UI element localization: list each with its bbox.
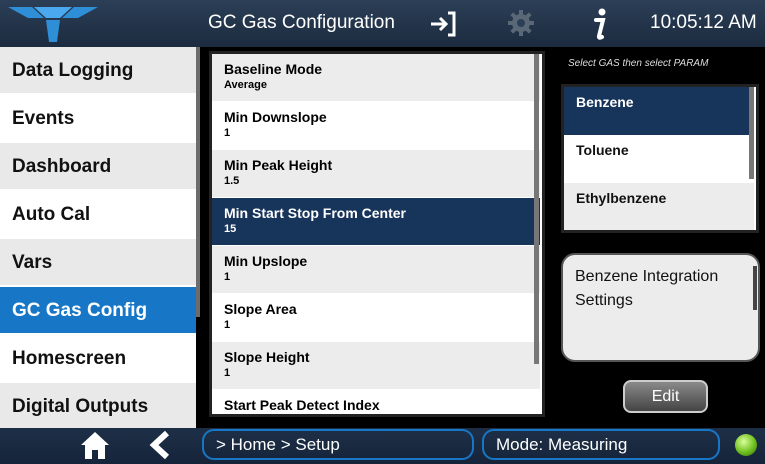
parameter-list: Baseline Mode Average Min Downslope 1 Mi… (209, 51, 545, 417)
sidebar-item-dashboard[interactable]: Dashboard (0, 143, 196, 189)
param-name: Slope Area (224, 301, 297, 317)
info-icon[interactable] (588, 6, 612, 42)
back-icon[interactable] (147, 430, 173, 460)
param-item-min-start-stop-from-center[interactable]: Min Start Stop From Center 15 (212, 198, 540, 245)
home-icon[interactable] (80, 430, 110, 460)
gear-icon[interactable] (506, 8, 536, 38)
mode-status: Mode: Measuring (482, 429, 720, 460)
param-name: Baseline Mode (224, 61, 323, 77)
sidebar-item-auto-cal[interactable]: Auto Cal (0, 191, 196, 237)
integration-settings-label: Benzene Integration Settings (575, 268, 719, 309)
param-value: 1 (224, 271, 231, 283)
gas-list: Benzene Toluene Ethylbenzene (561, 84, 759, 233)
sidebar-item-events[interactable]: Events (0, 95, 196, 141)
breadcrumb: > Home > Setup (202, 429, 474, 460)
param-value: 1 (224, 319, 231, 331)
gas-hint: Select GAS then select PARAM (568, 58, 709, 69)
sidebar-item-homescreen[interactable]: Homescreen (0, 335, 196, 381)
sidebar-item-data-logging[interactable]: Data Logging (0, 47, 196, 93)
param-name: Min Downslope (224, 109, 327, 125)
param-item-slope-height[interactable]: Slope Height 1 (212, 342, 540, 389)
sidebar-item-gc-gas-config[interactable]: GC Gas Config (0, 287, 196, 333)
param-item-start-peak-detect-index[interactable]: Start Peak Detect Index (212, 390, 540, 414)
clock: 10:05:12 AM (650, 12, 757, 33)
settings-scrollbar[interactable] (753, 266, 757, 310)
sidebar-item-digital-outputs[interactable]: Digital Outputs (0, 383, 196, 429)
page-title: GC Gas Configuration (208, 12, 395, 33)
logo-icon (8, 7, 98, 42)
param-value: 1 (224, 127, 231, 139)
param-name: Min Start Stop From Center (224, 205, 407, 221)
sidebar-item-vars[interactable]: Vars (0, 239, 196, 285)
param-name: Slope Height (224, 349, 310, 365)
param-value: 1.5 (224, 175, 240, 187)
param-value: Average (224, 79, 268, 91)
param-name: Min Peak Height (224, 157, 333, 173)
exit-icon[interactable] (428, 9, 458, 39)
integration-settings-box[interactable]: Benzene Integration Settings (561, 253, 760, 362)
gas-item-ethylbenzene[interactable]: Ethylbenzene (564, 183, 754, 230)
param-item-min-upslope[interactable]: Min Upslope 1 (212, 246, 540, 293)
status-led-icon (735, 434, 757, 456)
parameter-list-scrollbar[interactable] (534, 54, 539, 364)
param-value: 1 (224, 367, 231, 379)
sidebar: Data Logging Events Dashboard Auto Cal V… (0, 47, 196, 429)
gas-item-benzene[interactable]: Benzene (564, 87, 754, 135)
param-name: Start Peak Detect Index (224, 397, 380, 413)
param-item-min-downslope[interactable]: Min Downslope 1 (212, 102, 540, 149)
sidebar-scrollbar[interactable] (196, 47, 200, 317)
param-value: 15 (224, 223, 237, 235)
gas-item-toluene[interactable]: Toluene (564, 135, 754, 183)
param-name: Min Upslope (224, 253, 308, 269)
gas-list-scrollbar[interactable] (749, 87, 754, 179)
param-item-min-peak-height[interactable]: Min Peak Height 1.5 (212, 150, 540, 197)
param-item-slope-area[interactable]: Slope Area 1 (212, 294, 540, 341)
param-item-baseline-mode[interactable]: Baseline Mode Average (212, 54, 540, 101)
edit-button[interactable]: Edit (623, 380, 708, 413)
